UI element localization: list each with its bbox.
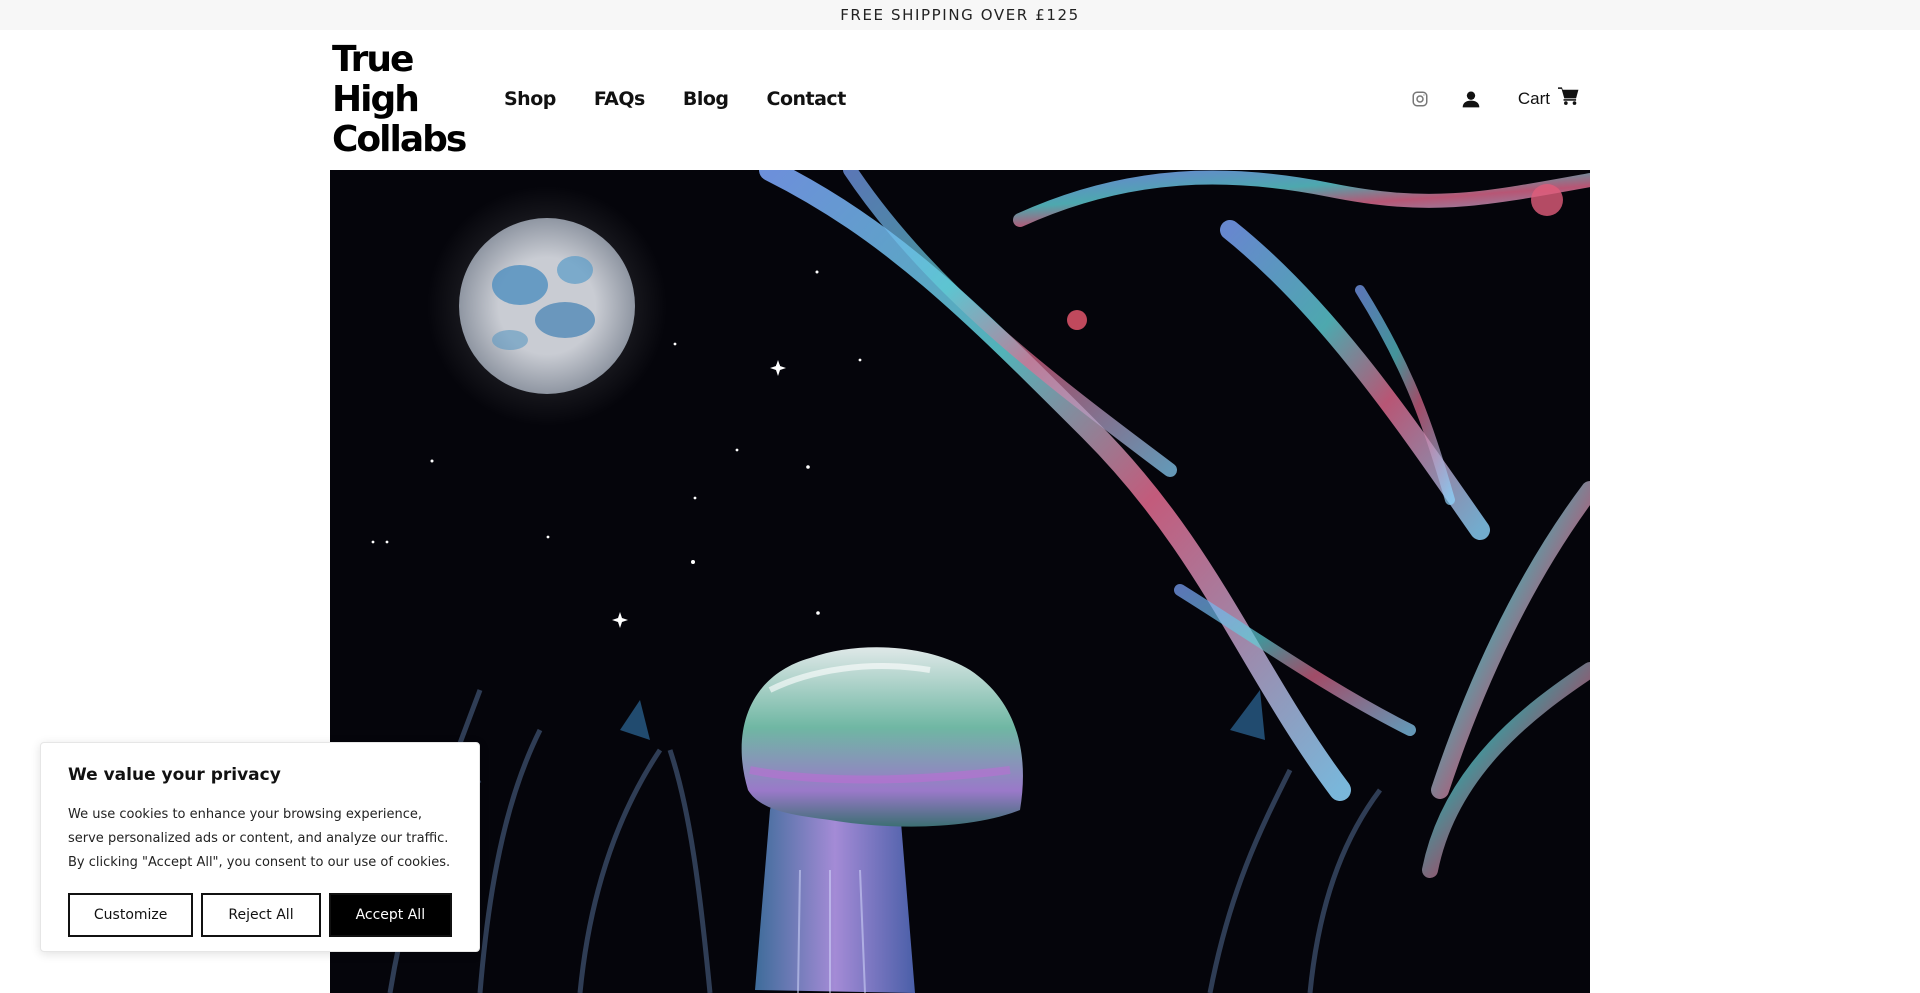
mushroom-moon-artwork xyxy=(330,170,1590,993)
nav-item-faqs[interactable]: FAQs xyxy=(594,88,645,110)
cart-icon xyxy=(1558,86,1580,111)
user-icon[interactable] xyxy=(1460,88,1482,110)
nav-item-contact[interactable]: Contact xyxy=(767,88,847,110)
header-actions: Cart xyxy=(1410,86,1580,111)
nav-item-blog[interactable]: Blog xyxy=(683,88,729,110)
main-nav: Shop FAQs Blog Contact xyxy=(504,88,846,110)
brand-logo[interactable]: True High Collabs xyxy=(332,40,467,160)
cart-button[interactable]: Cart xyxy=(1518,86,1580,111)
cookie-title: We value your privacy xyxy=(68,765,281,785)
customize-button[interactable]: Customize xyxy=(68,893,194,937)
instagram-icon[interactable] xyxy=(1410,89,1430,109)
nav-item-shop[interactable]: Shop xyxy=(504,88,556,110)
cookie-consent-banner: We value your privacy We use cookies to … xyxy=(40,742,480,952)
cookie-actions: Customize Reject All Accept All xyxy=(68,893,452,937)
announcement-bar: FREE SHIPPING OVER £125 xyxy=(0,0,1920,30)
hero-image xyxy=(330,170,1590,993)
announcement-text: FREE SHIPPING OVER £125 xyxy=(840,6,1080,24)
cart-label: Cart xyxy=(1517,88,1550,108)
accept-all-button[interactable]: Accept All xyxy=(328,893,452,937)
reject-all-button[interactable]: Reject All xyxy=(201,893,321,937)
cookie-body: We use cookies to enhance your browsing … xyxy=(68,807,451,870)
site-header: True High Collabs Shop FAQs Blog Contact… xyxy=(330,30,1590,170)
